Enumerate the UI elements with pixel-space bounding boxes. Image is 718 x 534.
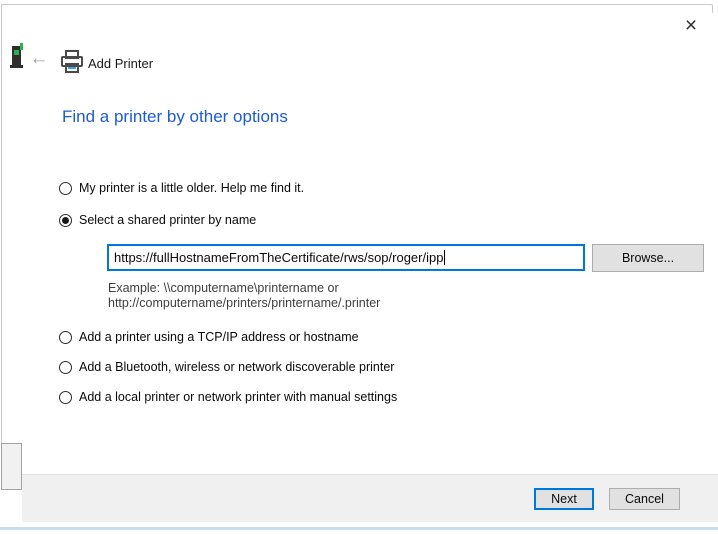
- radio-label: My printer is a little older. Help me fi…: [79, 181, 304, 195]
- printer-icon: [60, 49, 84, 77]
- example-line-1: Example: \\computername\printername or: [108, 281, 380, 296]
- add-printer-wizard: × ← Add Printer Find a printer by other …: [0, 0, 718, 534]
- page-title: Find a printer by other options: [62, 107, 288, 127]
- radio-label: Add a printer using a TCP/IP address or …: [79, 330, 359, 344]
- text-caret: [444, 250, 445, 265]
- back-arrow-icon: ←: [30, 48, 49, 69]
- close-icon: ×: [685, 14, 697, 37]
- window-title: Add Printer: [88, 56, 153, 71]
- radio-option-local-printer[interactable]: Add a local printer or network printer w…: [59, 389, 397, 405]
- device-status-icon: [9, 43, 25, 73]
- radio-label: Select a shared printer by name: [79, 213, 256, 227]
- example-line-2: http://computername/printers/printername…: [108, 296, 380, 311]
- radio-shared-printer[interactable]: [59, 214, 72, 227]
- window-border-left: [1, 4, 2, 490]
- close-button[interactable]: ×: [678, 13, 704, 39]
- bottom-edge-line: [0, 527, 718, 530]
- radio-option-bluetooth[interactable]: Add a Bluetooth, wireless or network dis…: [59, 359, 394, 375]
- radio-option-tcpip[interactable]: Add a printer using a TCP/IP address or …: [59, 329, 359, 345]
- cancel-button[interactable]: Cancel: [609, 488, 680, 510]
- radio-label: Add a local printer or network printer w…: [79, 390, 397, 404]
- radio-option-shared-printer[interactable]: Select a shared printer by name: [59, 212, 256, 228]
- next-button[interactable]: Next: [534, 488, 594, 510]
- radio-label: Add a Bluetooth, wireless or network dis…: [79, 360, 394, 374]
- window-border-top: [2, 4, 713, 13]
- radio-tcpip[interactable]: [59, 331, 72, 344]
- radio-bluetooth[interactable]: [59, 361, 72, 374]
- printer-name-input[interactable]: https://fullHostnameFromTheCertificate/r…: [107, 244, 585, 271]
- background-window-fragment: [1, 443, 22, 490]
- radio-older-printer[interactable]: [59, 182, 72, 195]
- radio-local-printer[interactable]: [59, 391, 72, 404]
- radio-option-older-printer[interactable]: My printer is a little older. Help me fi…: [59, 180, 304, 196]
- example-text: Example: \\computername\printername or h…: [108, 281, 380, 311]
- printer-name-value: https://fullHostnameFromTheCertificate/r…: [114, 250, 443, 265]
- back-button[interactable]: ←: [28, 48, 50, 70]
- browse-button[interactable]: Browse...: [592, 244, 704, 272]
